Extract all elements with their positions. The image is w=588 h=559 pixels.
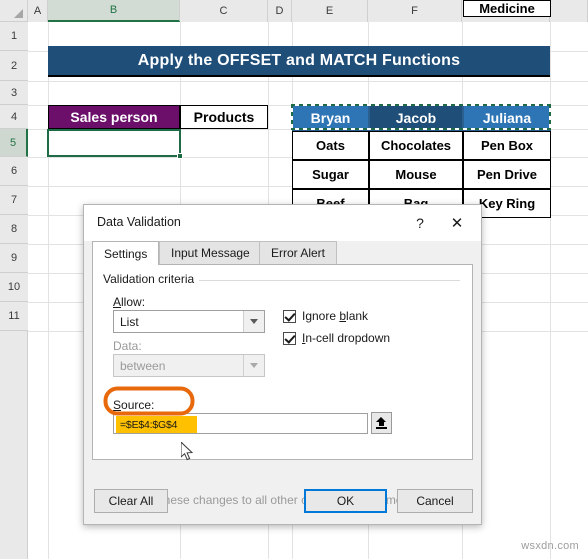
dialog-title: Data Validation [97,215,181,229]
select-all-triangle-icon [14,9,23,18]
row-header-3[interactable]: 3 [0,81,28,105]
header-sales-person: Sales person [48,105,180,129]
annotation-oval [103,386,195,416]
lookup-cell: Oats [292,131,369,160]
up-arrow-icon [376,417,387,429]
select-all-corner[interactable] [0,0,28,22]
row-header-10[interactable]: 10 [0,273,28,302]
lookup-header-jacob: Jacob [369,105,463,131]
row-header-1[interactable]: 1 [0,22,28,51]
lookup-cell: Chocolates [369,131,463,160]
data-validation-dialog: Data Validation ? ✕ Settings Input Messa… [83,204,482,525]
sheet-title-banner: Apply the OFFSET and MATCH Functions [48,46,550,77]
in-cell-dropdown-row[interactable]: In-cell dropdown [283,331,390,345]
row-header-9[interactable]: 9 [0,244,28,273]
grid-line-horizontal [28,81,588,82]
data-value: between [120,358,166,373]
allow-value: List [120,314,139,329]
range-select-icon[interactable] [371,412,392,434]
source-input[interactable]: =$E$4:$G$4 [113,413,368,434]
tab-settings[interactable]: Settings [92,241,160,265]
ignore-blank-row[interactable]: Ignore blank [283,309,368,323]
data-label: Data: [113,339,142,353]
lookup-cell: Sugar [292,160,369,189]
settings-panel: Validation criteria Allow: List Data: be… [92,264,473,507]
close-icon[interactable]: ✕ [441,211,473,235]
grid-line-vertical [48,22,49,559]
dialog-tab-strip: Settings Input Message Error Alert [92,241,473,265]
row-header-strip: 1 2 3 4 5 6 7 8 9 10 11 [0,22,28,559]
column-header-c[interactable]: C [180,0,268,22]
lookup-cell: Mouse [369,160,463,189]
chevron-down-icon[interactable] [243,311,264,332]
column-header-a[interactable]: A [28,0,48,22]
row-header-2[interactable]: 2 [0,51,28,81]
lookup-cell: Pen Drive [463,160,551,189]
ignore-blank-label: Ignore blank [302,309,369,323]
ignore-blank-checkbox[interactable] [283,309,296,323]
fill-handle[interactable] [177,153,183,159]
lookup-cell: Pen Box [463,131,551,160]
active-cell-b5[interactable] [47,129,181,157]
cancel-button[interactable]: Cancel [397,489,473,513]
header-products: Products [180,105,268,129]
clear-all-button[interactable]: Clear All [94,489,168,513]
row-header-11[interactable]: 11 [0,302,28,331]
grid-line-vertical [550,22,551,559]
column-header-f[interactable]: F [368,0,462,22]
mouse-cursor-icon [181,442,194,461]
tab-input-message[interactable]: Input Message [159,241,262,264]
in-cell-dropdown-label: In-cell dropdown [302,331,391,345]
data-dropdown: between [113,354,265,377]
lookup-header-bryan: Bryan [292,105,369,131]
row-header-8[interactable]: 8 [0,215,28,244]
excel-worksheet: ABCDEFG 1234567891011 Apply the OFFSET a… [0,0,588,559]
allow-label: Allow: [113,295,146,309]
row-header-7[interactable]: 7 [0,186,28,215]
allow-dropdown[interactable]: List [113,310,265,333]
row-header-4[interactable]: 4 [0,105,28,129]
column-header-d[interactable]: D [268,0,292,22]
in-cell-dropdown-checkbox[interactable] [283,331,296,345]
row-header-6[interactable]: 6 [0,157,28,186]
validation-criteria-label: Validation criteria [103,272,200,286]
chevron-down-icon-disabled [243,355,264,376]
column-header-b[interactable]: B [48,0,180,22]
help-icon[interactable]: ? [406,211,434,235]
tab-error-alert[interactable]: Error Alert [259,241,338,264]
column-header-e[interactable]: E [292,0,368,22]
lookup-header-juliana: Juliana [463,105,551,131]
ok-button[interactable]: OK [304,489,387,513]
row-header-5[interactable]: 5 [0,129,28,157]
dialog-title-bar[interactable]: Data Validation ? ✕ [84,205,481,241]
watermark: wsxdn.com [521,540,579,552]
source-value: =$E$4:$G$4 [116,416,197,433]
column-header-blank[interactable] [550,0,588,22]
lookup-cell: Medicine [463,0,551,17]
